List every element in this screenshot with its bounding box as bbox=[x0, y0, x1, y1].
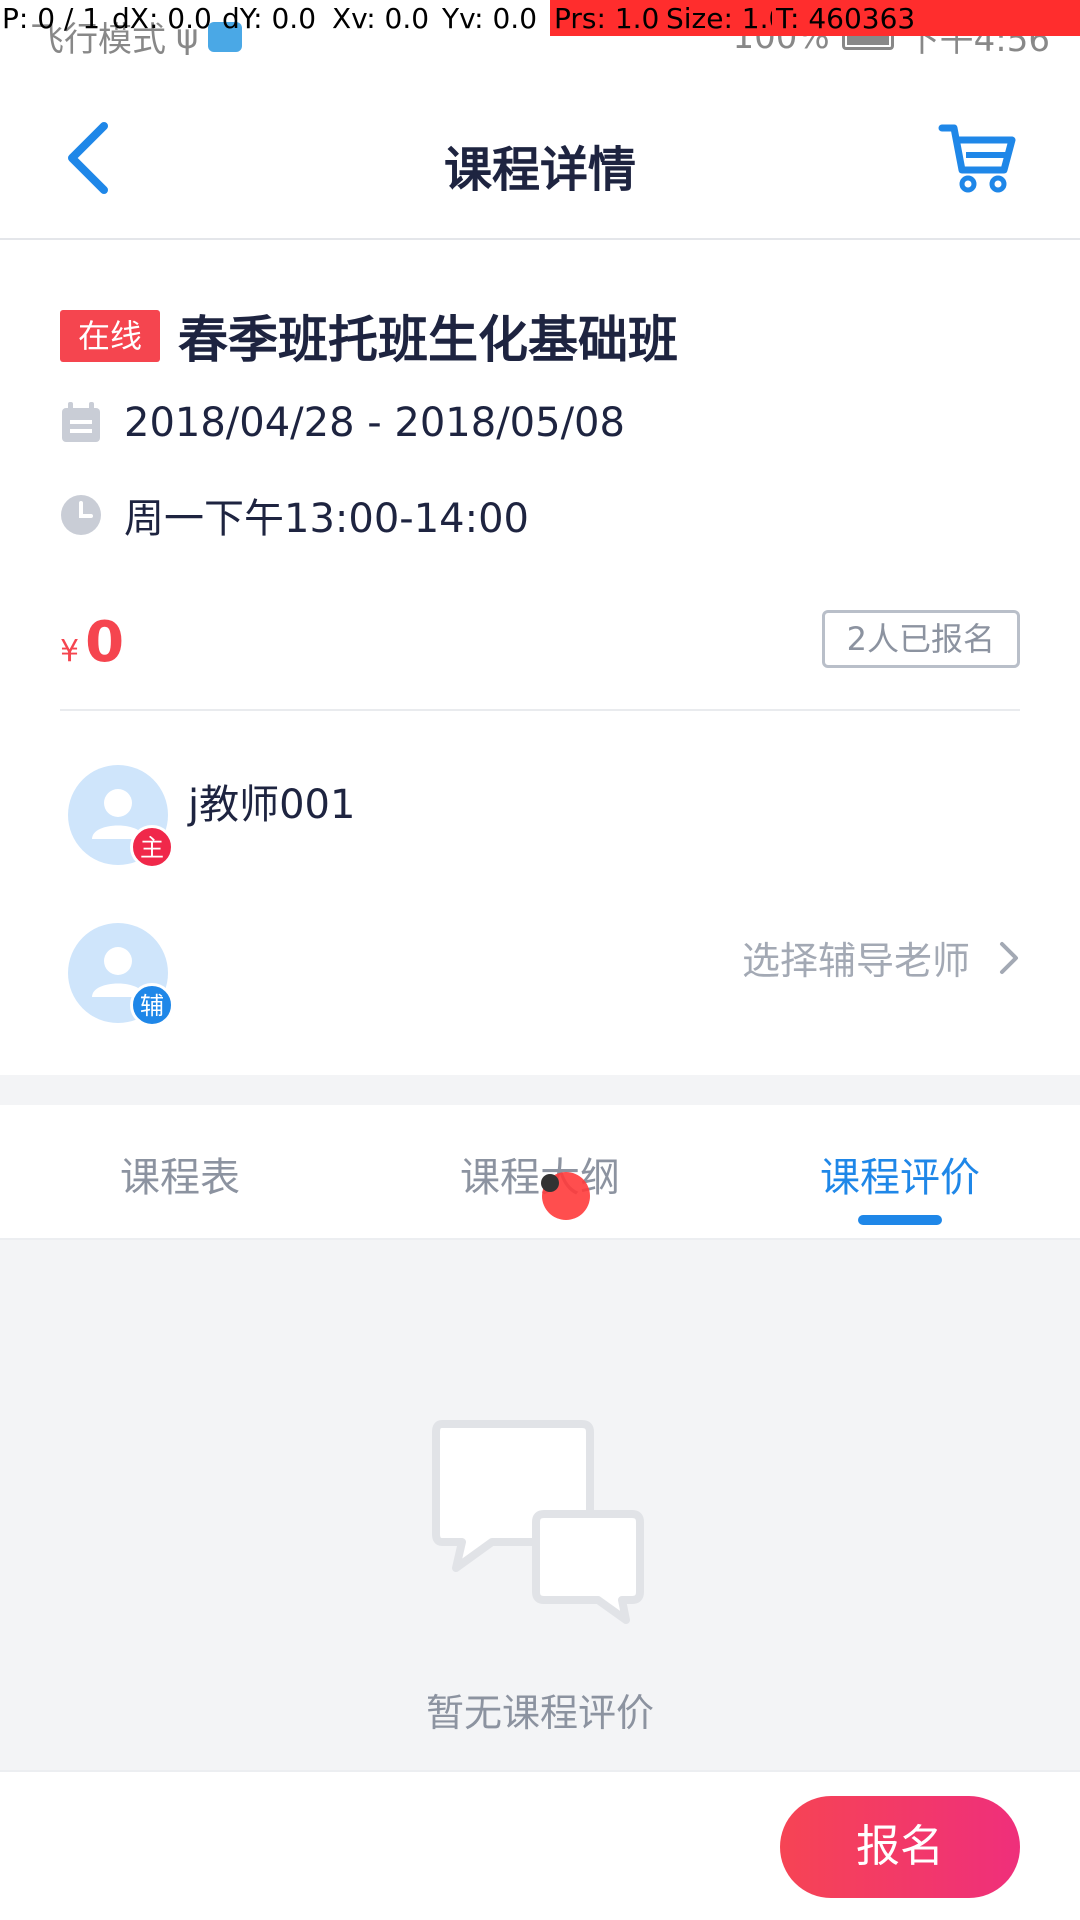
debug-dy: dY: 0.0 bbox=[222, 2, 317, 35]
online-badge: 在线 bbox=[60, 310, 161, 362]
enroll-button[interactable]: 报名 bbox=[780, 1796, 1020, 1898]
main-teacher-badge: 主 bbox=[130, 825, 174, 869]
header: 课程详情 bbox=[0, 60, 1080, 240]
schedule: 周一下午13:00-14:00 bbox=[124, 496, 529, 542]
debug-dx: dX: 0.0 bbox=[112, 2, 212, 35]
tab-outline[interactable]: 课程大纲 bbox=[410, 1145, 670, 1203]
main-teacher-name: j教师001 bbox=[188, 782, 356, 828]
bottom-bar: 报名 bbox=[0, 1770, 1080, 1920]
debug-prs: Prs: 1.0 bbox=[550, 0, 662, 36]
debug-yv: Yv: 0.0 bbox=[442, 2, 538, 35]
page-title: 课程详情 bbox=[443, 142, 636, 198]
course-title-row: 在线 春季班托班生化基础班 bbox=[60, 300, 678, 372]
touch-indicator-center bbox=[541, 1174, 559, 1192]
tab-schedule[interactable]: 课程表 bbox=[50, 1145, 310, 1203]
active-tab-indicator bbox=[858, 1215, 942, 1225]
debug-p: P: 0 / 1 bbox=[2, 2, 101, 35]
schedule-row: 周一下午13:00-14:00 bbox=[60, 486, 529, 544]
debug-xv: Xv: 0.0 bbox=[332, 2, 430, 35]
chevron-right-icon bbox=[1000, 941, 1018, 974]
tab-bar: 课程表 课程大纲 课程评价 bbox=[0, 1105, 1080, 1240]
divider bbox=[60, 709, 1020, 711]
tutor-badge: 辅 bbox=[130, 983, 174, 1027]
clock-icon bbox=[61, 495, 101, 535]
enrolled-count-badge: 2人已报名 bbox=[821, 610, 1020, 668]
price: ¥ 0 bbox=[60, 610, 124, 675]
debug-t: T: 460363 bbox=[772, 0, 1080, 36]
select-tutor-label: 选择辅导老师 bbox=[741, 939, 970, 983]
debug-size: Size: 1.0 bbox=[662, 0, 786, 36]
currency-symbol: ¥ bbox=[60, 634, 80, 669]
tab-reviews[interactable]: 课程评价 bbox=[770, 1145, 1030, 1203]
calendar-icon bbox=[62, 402, 100, 442]
empty-state-text: 暂无课程评价 bbox=[425, 1691, 654, 1735]
price-value: 0 bbox=[85, 610, 125, 675]
select-tutor-button[interactable]: 选择辅导老师 bbox=[742, 930, 1020, 985]
course-info: 在线 春季班托班生化基础班 2018/04/28 - 2018/05/08 周一… bbox=[0, 240, 1080, 1075]
course-title: 春季班托班生化基础班 bbox=[178, 311, 679, 369]
pointer-debug-overlay: P: 0 / 1 dX: 0.0 dY: 0.0 Xv: 0.0 Yv: 0.0… bbox=[0, 0, 1080, 36]
date-row: 2018/04/28 - 2018/05/08 bbox=[60, 400, 625, 446]
comments-empty-icon bbox=[432, 1420, 644, 1624]
tutor-avatar[interactable]: 辅 bbox=[68, 923, 174, 1027]
main-teacher-avatar[interactable]: 主 bbox=[68, 765, 174, 869]
cart-icon[interactable] bbox=[938, 116, 1018, 196]
section-gap bbox=[0, 1075, 1080, 1105]
reviews-empty-state: 暂无课程评价 bbox=[0, 1240, 1080, 1770]
date-range: 2018/04/28 - 2018/05/08 bbox=[124, 400, 625, 446]
